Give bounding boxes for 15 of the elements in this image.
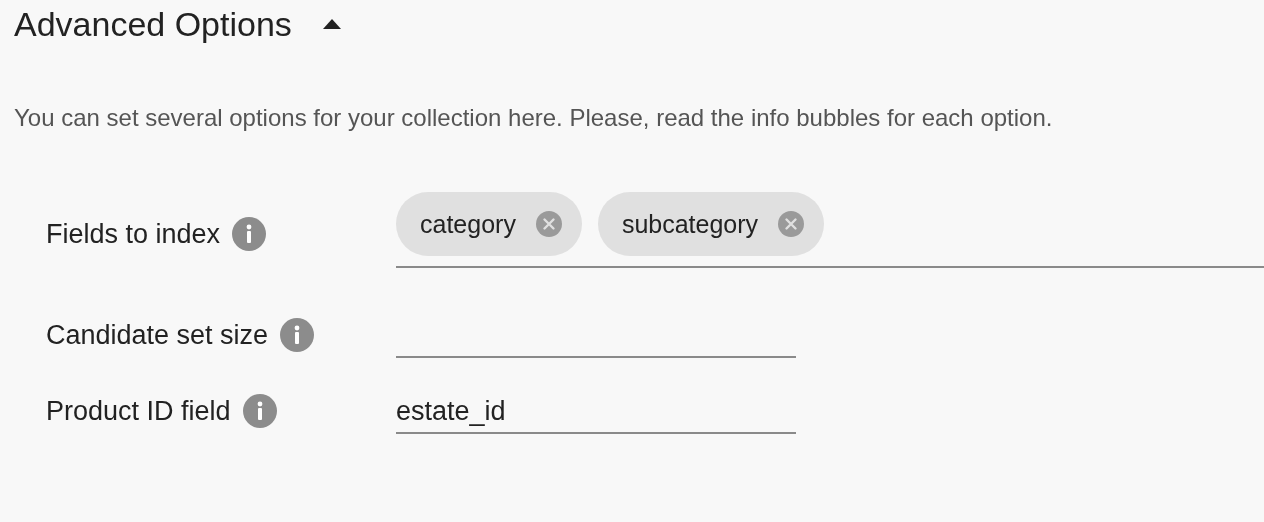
chip-input-field[interactable]: category subcategory bbox=[396, 192, 1264, 268]
text-field[interactable]: estate_id bbox=[396, 394, 796, 434]
remove-icon[interactable] bbox=[778, 211, 805, 237]
section-title: Advanced Options bbox=[14, 7, 292, 41]
field-label: Product ID field bbox=[46, 397, 231, 425]
tag-chip[interactable]: subcategory bbox=[597, 192, 825, 256]
info-icon[interactable] bbox=[232, 217, 267, 251]
field-label: Candidate set size bbox=[46, 321, 269, 349]
description-text: You can set several options for your collection here. Please, read the info bubbles for each option. bbox=[14, 106, 1054, 130]
info-icon[interactable] bbox=[242, 394, 277, 428]
remove-icon[interactable] bbox=[535, 211, 562, 237]
info-icon[interactable] bbox=[280, 318, 315, 352]
field-label: Fields to index bbox=[46, 220, 221, 248]
tag-chip[interactable]: category bbox=[396, 192, 582, 256]
caret-up-icon bbox=[322, 19, 341, 29]
